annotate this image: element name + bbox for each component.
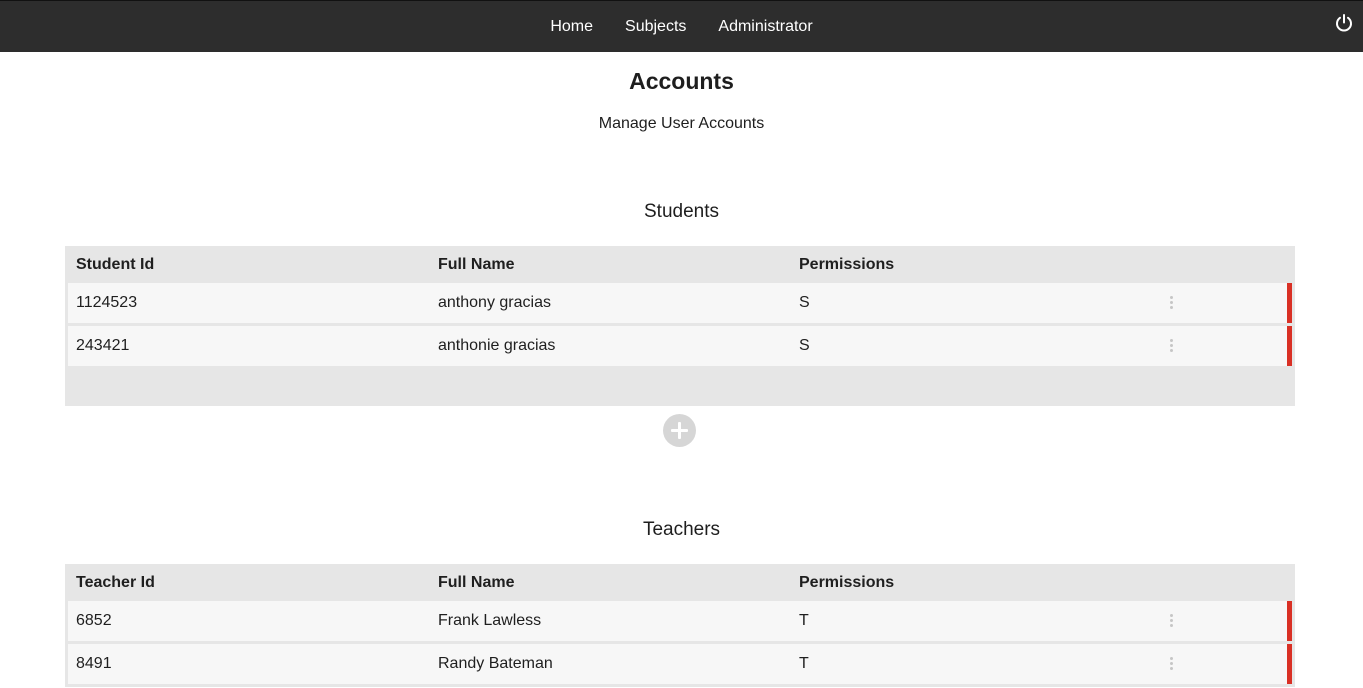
students-table-footer xyxy=(65,369,1295,406)
column-header-permissions: Permissions xyxy=(799,573,895,591)
nav-home-link[interactable]: Home xyxy=(550,18,593,36)
student-id-cell: 1124523 xyxy=(76,294,138,311)
column-header-student-id: Student Id xyxy=(76,255,155,273)
students-table: Student Id Full Name Permissions 1124523… xyxy=(65,246,1295,406)
permissions-cell: S xyxy=(799,294,810,311)
permissions-cell: S xyxy=(799,337,810,354)
table-row[interactable]: 243421 anthonie gracias S xyxy=(68,326,1292,366)
page-subtitle: Manage User Accounts xyxy=(598,115,765,132)
table-row[interactable]: 6852 Frank Lawless T xyxy=(68,601,1292,641)
full-name-cell: anthony gracias xyxy=(438,294,551,311)
more-options-icon[interactable] xyxy=(1165,337,1177,355)
nav-administrator-link[interactable]: Administrator xyxy=(718,18,812,36)
more-options-icon[interactable] xyxy=(1165,655,1177,673)
teachers-table-header: Teacher Id Full Name Permissions xyxy=(65,564,1295,601)
table-row[interactable]: 1124523 anthony gracias S xyxy=(68,283,1292,323)
top-navbar: Home Subjects Administrator xyxy=(0,0,1363,52)
student-id-cell: 243421 xyxy=(76,337,130,354)
full-name-cell: Frank Lawless xyxy=(438,612,542,629)
column-header-full-name: Full Name xyxy=(438,255,515,273)
teachers-section-title: Teachers xyxy=(642,519,721,540)
column-header-permissions: Permissions xyxy=(799,255,895,273)
permissions-cell: T xyxy=(799,655,809,672)
more-options-icon[interactable] xyxy=(1165,294,1177,312)
students-table-header: Student Id Full Name Permissions xyxy=(65,246,1295,283)
table-row[interactable]: 8491 Randy Bateman T xyxy=(68,644,1292,684)
full-name-cell: anthonie gracias xyxy=(438,337,556,354)
power-icon[interactable] xyxy=(1334,13,1354,33)
nav-links: Home Subjects Administrator xyxy=(0,1,1363,53)
nav-subjects-link[interactable]: Subjects xyxy=(625,18,686,36)
full-name-cell: Randy Bateman xyxy=(438,655,553,672)
column-header-teacher-id: Teacher Id xyxy=(76,573,155,591)
teachers-table: Teacher Id Full Name Permissions 6852 Fr… xyxy=(65,564,1295,687)
teacher-id-cell: 6852 xyxy=(76,612,112,629)
teacher-id-cell: 8491 xyxy=(76,655,112,672)
plus-circle-icon[interactable] xyxy=(663,414,696,447)
permissions-cell: T xyxy=(799,612,809,629)
students-section-title: Students xyxy=(644,201,719,222)
column-header-full-name: Full Name xyxy=(438,573,515,591)
page-title: Accounts xyxy=(629,68,734,94)
more-options-icon[interactable] xyxy=(1165,612,1177,630)
